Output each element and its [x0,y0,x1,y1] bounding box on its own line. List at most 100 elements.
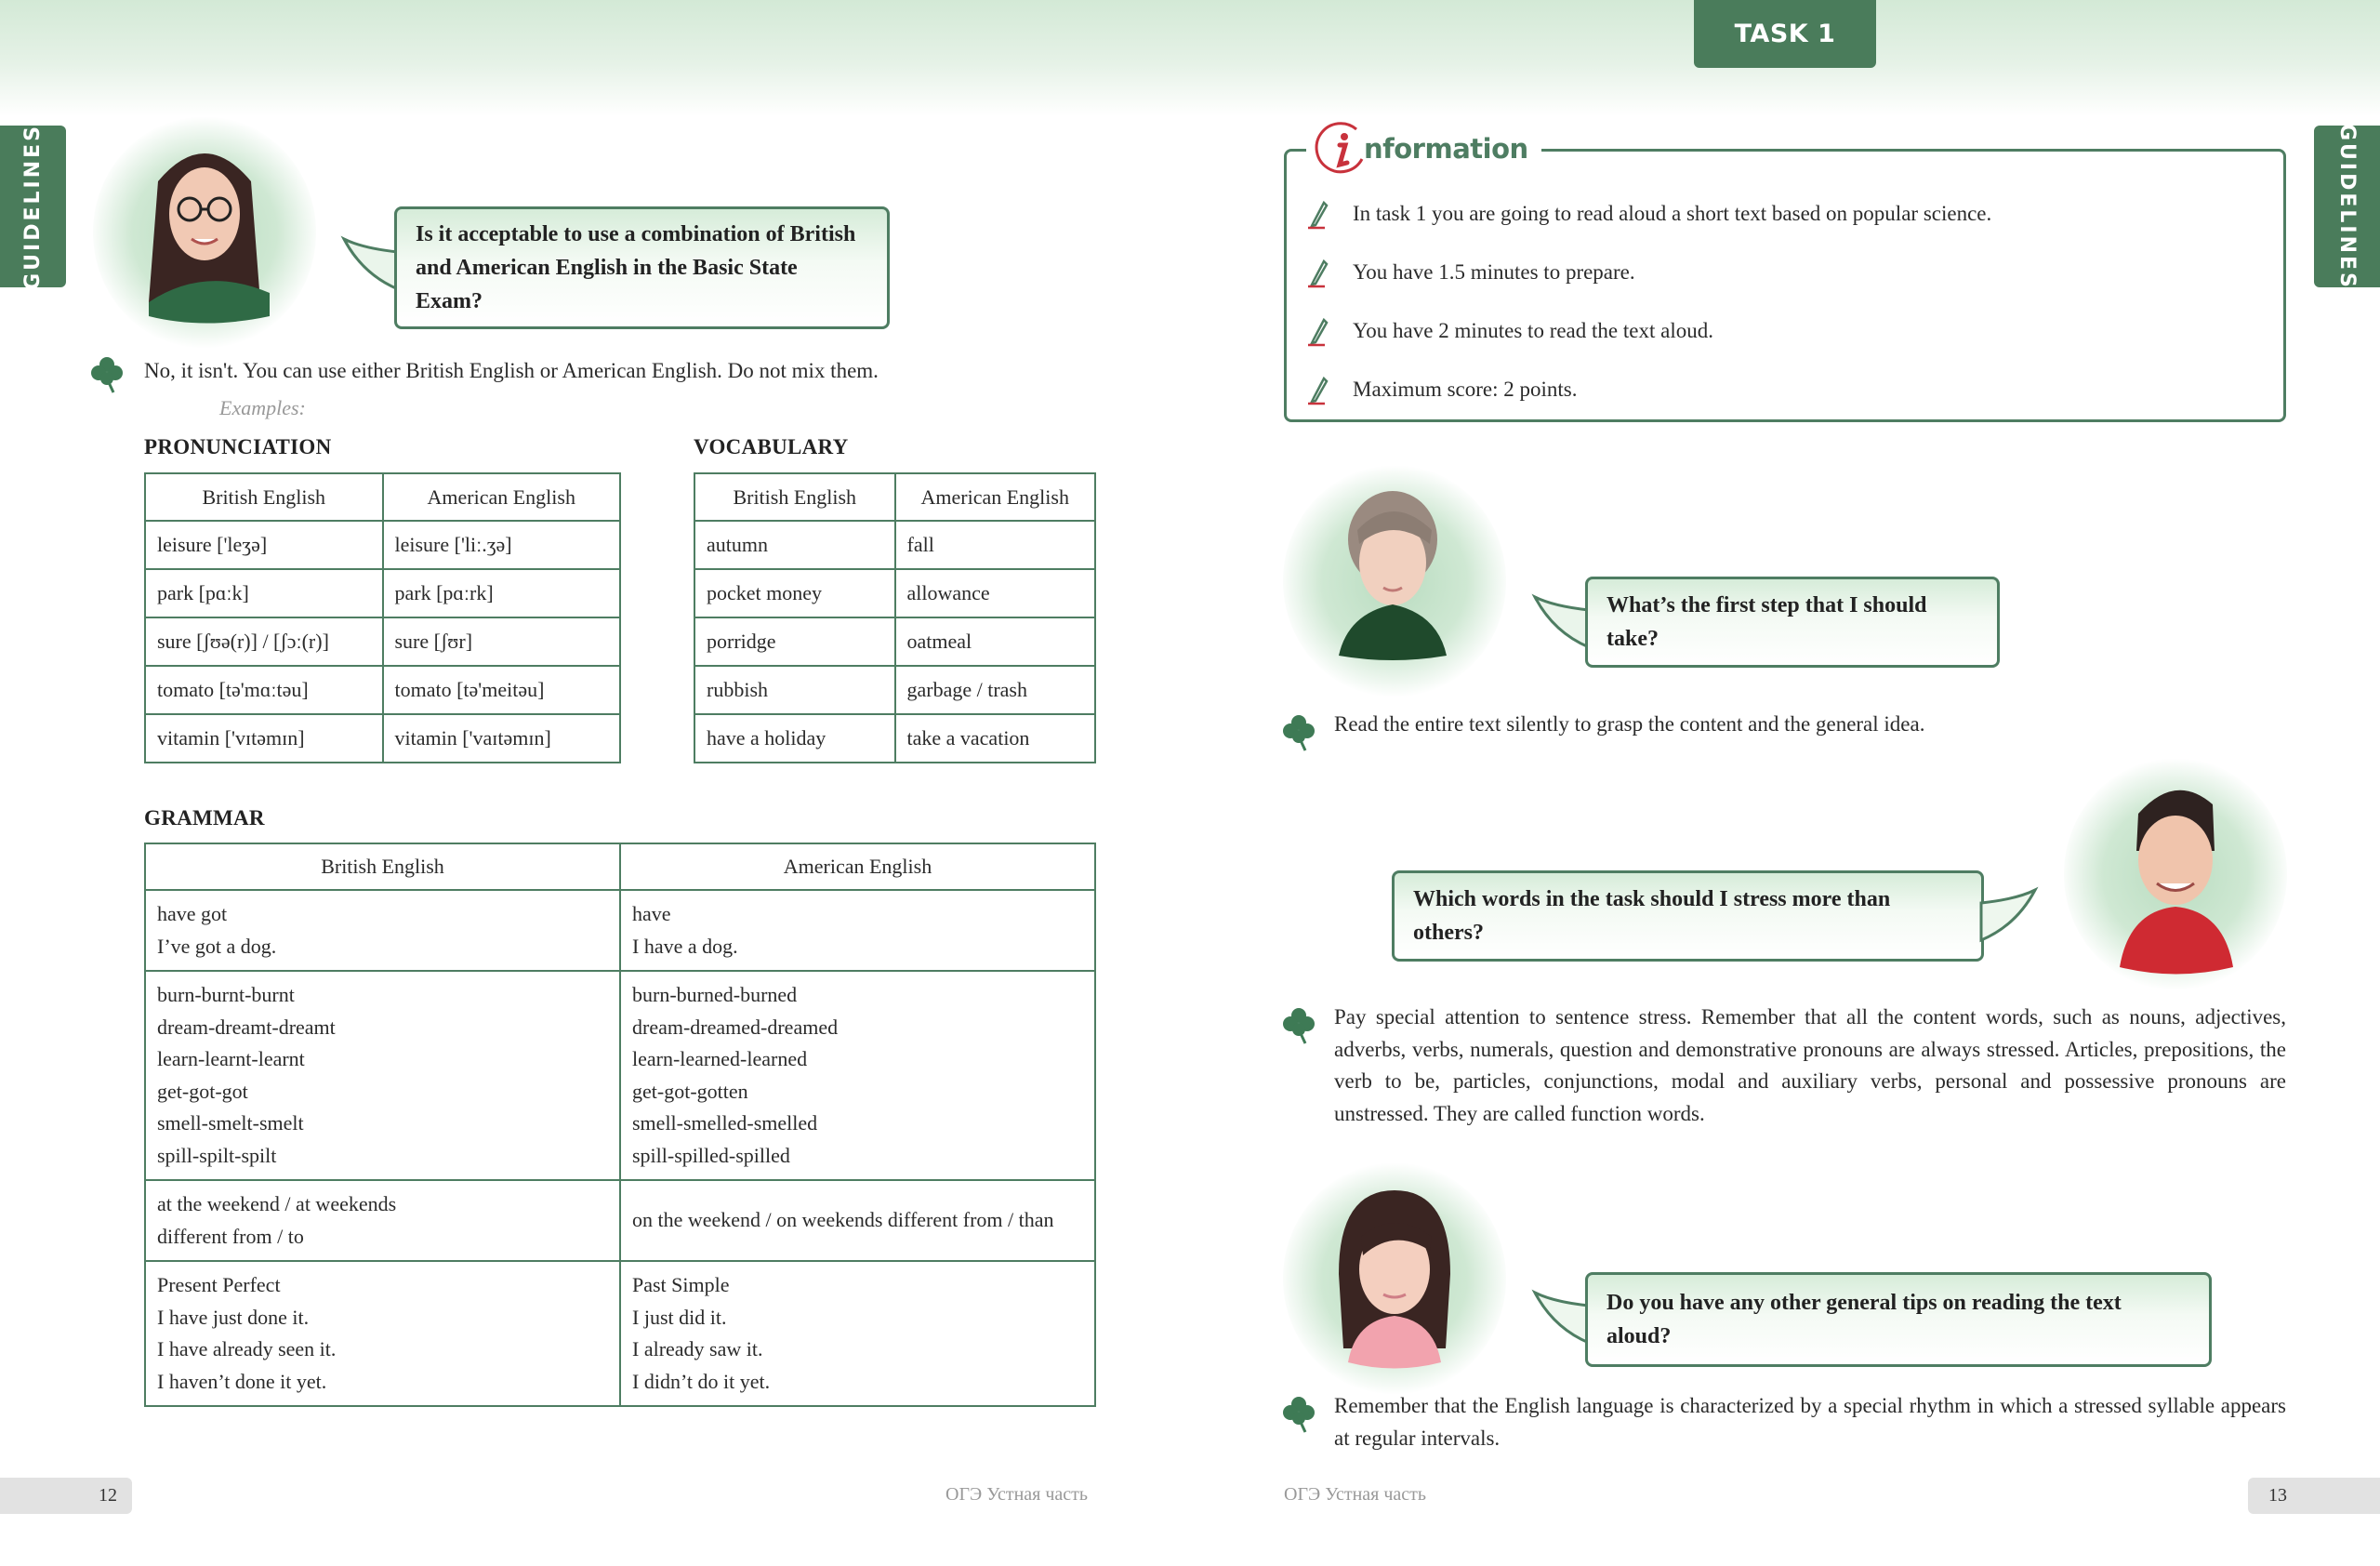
table-cell: sure [ʃʊə(r)] / [ʃɔː(r)] [144,617,384,667]
question-text: Is it acceptable to use a combination of… [416,222,856,313]
grammar-line: I have just done it. [157,1305,310,1329]
table-cell: park [pɑːrk] [381,568,621,618]
grammar-table: British English American English have go… [144,843,1096,1407]
speech-bubble-tail [1531,1289,1591,1346]
question-bubble-1: Is it acceptable to use a combination of… [394,206,890,329]
table-cell: allowance [893,568,1096,618]
info-item: Maximum score: 2 points. [1306,374,1577,405]
table-cell: garbage / trash [893,665,1096,715]
grammar-line: spill-spilt-spilt [157,1143,277,1167]
answer-1: No, it isn't. You can use either British… [144,359,879,382]
table-cell: fall [893,520,1096,570]
table-cell: on the weekend / on weekends different f… [619,1179,1096,1262]
grammar-line: I already saw it. [632,1337,763,1360]
clover-icon [91,357,123,393]
footer-book-title-right: ОГЭ Устная часть [1284,1484,1427,1505]
grammar-line: dream-dreamt-dreamt [157,1015,336,1039]
table-cell: autumn [694,520,896,570]
avatar-woman [1283,465,1506,697]
table-row: rubbish garbage / trash [694,665,1096,715]
table-cell: leisure ['liː.ʒə] [381,520,621,570]
table-cell: leisure ['leʒə] [144,520,384,570]
grammar-line: I didn’t do it yet. [632,1369,771,1393]
info-item: You have 1.5 minutes to prepare. [1306,257,1635,288]
answer-2: Read the entire text silently to grasp t… [1334,712,1925,736]
table-cell: have a holiday [694,713,896,763]
info-item-text: Maximum score: 2 points. [1353,378,1578,401]
guidelines-tab-right[interactable]: GUIDELINES [2314,123,2380,290]
header-band [0,0,2380,116]
grammar-line: have got [157,902,228,925]
table-row: tomato [tə'mɑːtəu] tomato [tə'meitəu] [144,665,621,715]
grammar-line: different from / to [157,1224,304,1248]
task-badge: TASK 1 [1694,0,1876,68]
table-cell: tomato [tə'mɑːtəu] [144,665,384,715]
table-row: autumn fall [694,520,1096,570]
table-row: have a holiday take a vacation [694,713,1096,763]
grammar-line: get-got-gotten [632,1079,748,1103]
grammar-line: Present Perfect [157,1273,281,1296]
pronunciation-label: PRONUNCIATION [144,435,332,458]
avatar-girl [1283,1162,1506,1395]
table-cell: pocket money [694,568,896,618]
grammar-label: GRAMMAR [144,806,265,829]
grammar-line: Past Simple [632,1273,730,1296]
column-header: British English [144,472,384,522]
speech-bubble-tail [1979,886,2039,943]
table-cell: park [pɑːk] [144,568,384,618]
page-number: 13 [2268,1485,2287,1506]
pencil-icon [1308,200,1329,230]
guidelines-tab-label: GUIDELINES [2335,123,2359,290]
column-header: British English [144,843,621,891]
grammar-line: I just did it. [632,1305,727,1329]
table-cell: tomato [tə'meitəu] [381,665,621,715]
table-row: at the weekend / at weekends different fr… [144,1179,1096,1262]
speech-bubble-tail [1531,593,1591,650]
table-row: vitamin ['vɪtəmɪn] vitamin ['vaɪtəmɪn] [144,713,621,763]
examples-label: Examples: [219,396,306,419]
table-cell: porridge [694,617,896,667]
column-header: American English [619,843,1096,891]
grammar-line: get-got-got [157,1079,248,1103]
grammar-line: smell-smelt-smelt [157,1111,304,1135]
table-cell: burn-burnt-burnt dream-dreamt-dreamt learn… [144,970,621,1181]
question-text: What’s the first step that I should take… [1606,593,1927,651]
grammar-line: have [632,902,671,925]
table-cell: burn-burned-burned dream-dreamed-dreamed l… [619,970,1096,1181]
pencil-icon [1308,317,1329,347]
info-item-text: In task 1 you are going to read aloud a … [1353,202,1992,225]
table-cell: rubbish [694,665,896,715]
table-cell: oatmeal [893,617,1096,667]
page-number-left: 12 [0,1478,132,1514]
column-header: American English [381,472,621,522]
table-row: burn-burnt-burnt dream-dreamt-dreamt learn… [144,970,1096,1181]
table-row: porridge oatmeal [694,617,1096,667]
table-cell: sure [ʃʊr] [381,617,621,667]
clover-icon [1283,1397,1315,1433]
pencil-icon [1308,376,1329,405]
guidelines-tab-left[interactable]: GUIDELINES [0,123,66,290]
info-item: You have 2 minutes to read the text alou… [1306,315,1713,347]
grammar-line: I have already seen it. [157,1337,337,1360]
guidelines-tab-label: GUIDELINES [21,123,45,290]
info-item-text: You have 1.5 minutes to prepare. [1353,260,1635,284]
grammar-line: learn-learned-learned [632,1047,808,1070]
question-bubble-3: Which words in the task should I stress … [1392,870,1984,962]
clover-icon [1283,715,1315,751]
grammar-line: I haven’t done it yet. [157,1369,327,1393]
table-row: park [pɑːk] park [pɑːrk] [144,568,621,618]
pronunciation-table: British English American English leisure… [144,472,621,763]
footer-book-title-left: ОГЭ Устная часть [945,1484,1089,1505]
info-icon [1315,122,1364,174]
grammar-line: burn-burnt-burnt [157,983,295,1006]
question-text: Which words in the task should I stress … [1413,887,1891,945]
table-cell: Past Simple I just did it. I already saw i… [619,1260,1096,1407]
grammar-line: I’ve got a dog. [157,934,277,958]
table-row: pocket money allowance [694,568,1096,618]
grammar-line: dream-dreamed-dreamed [632,1015,839,1039]
question-bubble-4: Do you have any other general tips on re… [1585,1272,2212,1367]
vocabulary-table: British English American English autumn f… [694,472,1096,763]
pencil-icon [1308,259,1329,288]
info-item: In task 1 you are going to read aloud a … [1306,198,1991,230]
table-cell: Present Perfect I have just done it. I hav… [144,1260,621,1407]
